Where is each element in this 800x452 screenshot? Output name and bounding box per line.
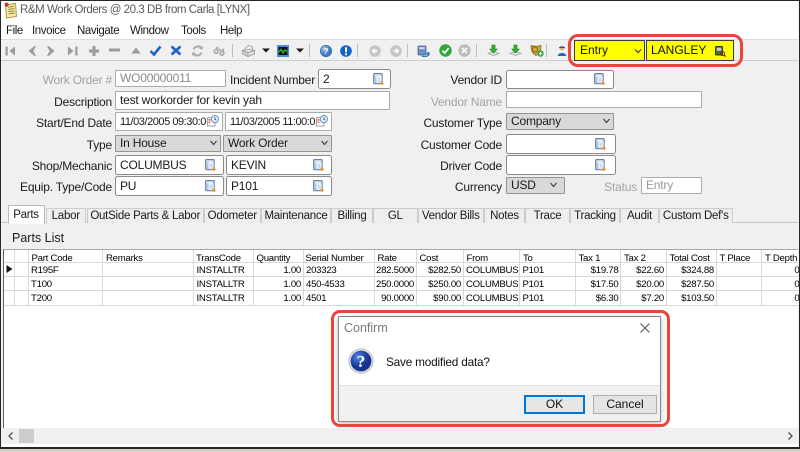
svg-text:?: ?: [323, 46, 328, 56]
